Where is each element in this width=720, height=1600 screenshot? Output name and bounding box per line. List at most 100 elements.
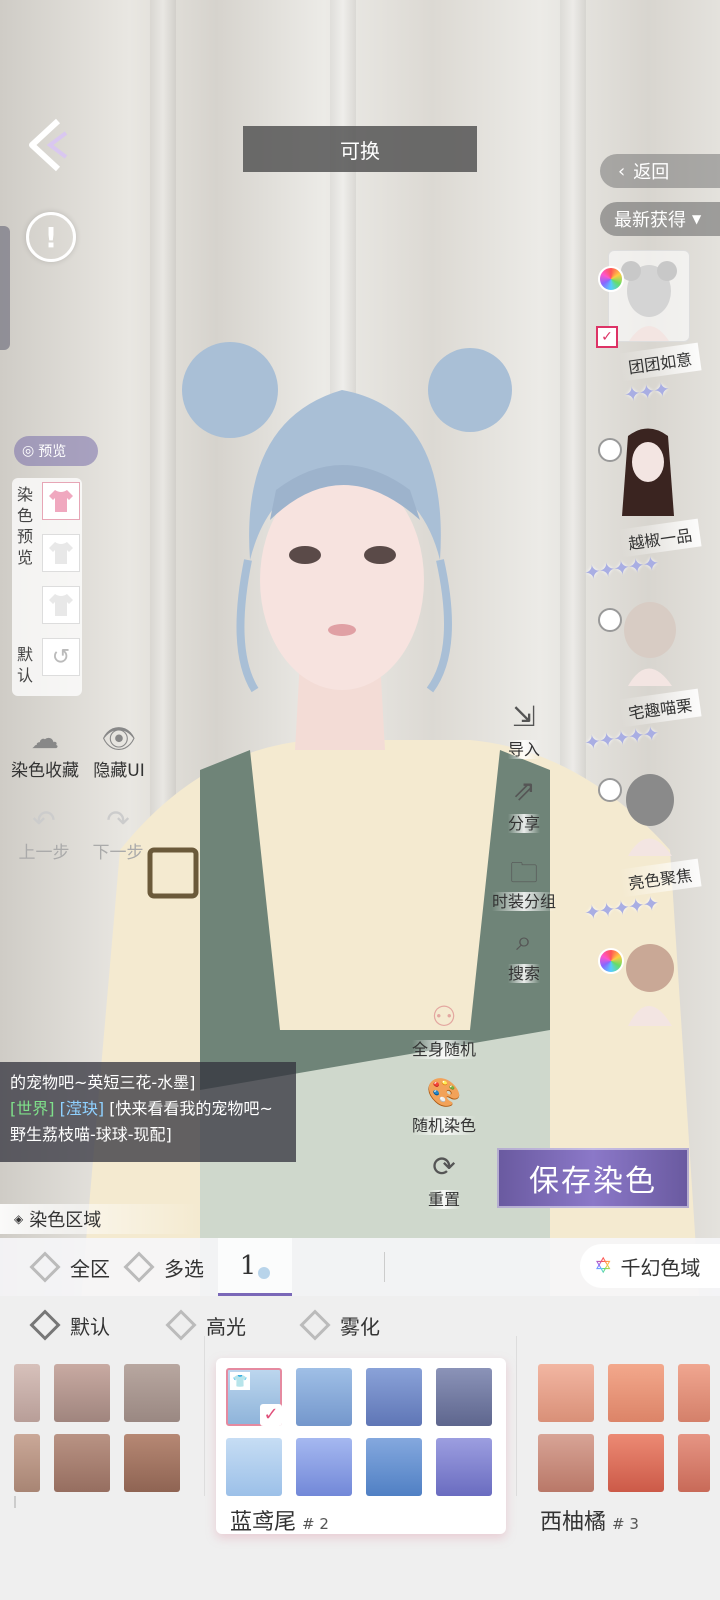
shirt-reset-icon[interactable]: ↺ [42, 638, 80, 676]
hair-name: 宅趣喵栗 [618, 688, 702, 728]
shirt-preview-2-icon[interactable] [42, 534, 80, 572]
search-button[interactable]: ⌕ 搜索 [484, 924, 564, 984]
hair-item[interactable]: 越椒一品 ✦✦✦✦✦ [583, 426, 720, 596]
color-swatch[interactable] [226, 1438, 282, 1496]
divider [384, 1252, 385, 1282]
color-swatch[interactable] [296, 1438, 352, 1496]
sort-dropdown[interactable]: 最新获得 ▼ [600, 202, 720, 236]
tab-all[interactable]: 全区 [29, 1238, 110, 1296]
hair-item[interactable] [584, 936, 720, 1046]
divider [14, 1496, 16, 1508]
color-swatch[interactable] [538, 1364, 594, 1422]
dye-collect-button[interactable]: ☁ 染色收藏 [8, 722, 82, 781]
redo-button[interactable]: ↷ 下一步 [86, 804, 150, 863]
color-group-label: 蓝鸢尾 # 2 [230, 1504, 329, 1536]
subtab-fog[interactable]: 雾化 [299, 1308, 380, 1342]
diamond-icon [299, 1309, 331, 1341]
color-swatch[interactable] [14, 1434, 40, 1492]
color-swatch[interactable] [678, 1434, 710, 1492]
tab-multi[interactable]: 多选 [123, 1238, 204, 1296]
region-number: 1 [239, 1250, 257, 1281]
color-group-index: # 3 [612, 1515, 639, 1533]
tab-multi-label: 多选 [164, 1256, 204, 1281]
color-swatch[interactable] [608, 1364, 664, 1422]
back-arrow-icon[interactable] [22, 115, 78, 175]
color-group-selected: 👕 ✓ 蓝鸢尾 # 2 [216, 1358, 506, 1536]
color-swatch[interactable] [538, 1434, 594, 1492]
save-dye-button[interactable]: 保存染色 [497, 1148, 689, 1208]
random-outfit-label: 全身随机 [411, 1040, 476, 1059]
color-swatch-selected[interactable]: 👕 ✓ [226, 1368, 282, 1426]
hair-name: 团团如意 [618, 342, 702, 382]
color-swatch[interactable] [296, 1368, 352, 1426]
return-button[interactable]: ‹ 返回 [600, 154, 720, 188]
color-swatch[interactable] [678, 1364, 710, 1422]
check-icon: ✓ [260, 1404, 282, 1426]
subtab-highlight[interactable]: 高光 [165, 1308, 246, 1342]
random-dye-label: 随机染色 [411, 1116, 476, 1135]
camera-icon [598, 778, 622, 802]
subtab-fog-label: 雾化 [340, 1314, 380, 1339]
color-swatch[interactable] [366, 1368, 422, 1426]
dye-wheel-icon [598, 948, 624, 974]
return-label: 返回 [633, 162, 670, 183]
preview-label: 预览 [38, 444, 67, 460]
shirt-preview-3-icon[interactable] [42, 586, 80, 624]
random-dye-button[interactable]: 🎨 随机染色 [404, 1076, 484, 1136]
color-swatch[interactable] [14, 1364, 40, 1422]
chat-line: [世界] [滢玦] [快来看看我的宠物吧~野生荔枝喵-球球-现配] [10, 1096, 286, 1148]
hide-ui-label: 隐藏UI [93, 761, 145, 781]
dye-region-title: 染色区域 [29, 1210, 102, 1231]
color-swatch[interactable] [436, 1368, 492, 1426]
hair-thumbnail [608, 250, 690, 342]
hide-ui-button[interactable]: 👁 隐藏UI [86, 722, 152, 781]
divider [516, 1336, 517, 1496]
color-swatch[interactable] [366, 1438, 422, 1496]
chat-user[interactable]: [滢玦] [60, 1099, 105, 1118]
share-button[interactable]: ⇗ 分享 [484, 774, 564, 834]
subtab-highlight-label: 高光 [206, 1314, 246, 1339]
outfit-group-button[interactable]: 🗀 时装分组 [484, 852, 564, 912]
diamond-icon [29, 1251, 61, 1283]
color-group-name: 蓝鸢尾 [230, 1510, 297, 1535]
reset-icon: ⟳ [432, 1150, 456, 1183]
hair-item[interactable]: 宅趣喵栗 ✦✦✦✦✦ [583, 596, 720, 766]
subtab-default[interactable]: 默认 [29, 1308, 110, 1342]
redo-label: 下一步 [92, 843, 144, 863]
color-swatch[interactable] [436, 1438, 492, 1496]
hair-name: 越椒一品 [618, 518, 702, 558]
reset-button[interactable]: ⟳ 重置 [404, 1150, 484, 1210]
import-icon: ⇲ [512, 700, 536, 733]
search-icon: ⌕ [516, 924, 532, 957]
import-button[interactable]: ⇲ 导入 [484, 700, 564, 760]
page-title: 可换 [243, 126, 477, 172]
eye-icon: 👁 [101, 722, 137, 755]
undo-button[interactable]: ↶ 上一步 [12, 804, 76, 863]
alert-icon[interactable]: ! [26, 212, 76, 262]
chat-box[interactable]: 的宠物吧~英短三花-水墨] [世界] [滢玦] [快来看看我的宠物吧~野生荔枝喵… [0, 1062, 296, 1162]
outfit-group-label: 时装分组 [491, 892, 556, 911]
person-shuffle-icon: ⚇ [431, 1000, 457, 1033]
dye-region-header: ◈ 染色区域 [0, 1204, 200, 1234]
color-group-label: 西柚橘 # 3 [540, 1504, 639, 1536]
color-swatch[interactable] [54, 1434, 110, 1492]
side-drawer-handle[interactable] [0, 226, 10, 350]
hair-item-selected[interactable]: ✓ 团团如意 ✦✦✦ [584, 250, 720, 420]
hair-name: 亮色聚焦 [618, 858, 702, 898]
color-star-icon: ✡ [594, 1253, 613, 1279]
subtab-default-label: 默认 [70, 1314, 110, 1339]
star-cloud-icon: ☁ [31, 722, 59, 755]
chat-line: 的宠物吧~英短三花-水墨] [10, 1073, 196, 1092]
import-label: 导入 [507, 740, 540, 759]
color-swatch[interactable] [124, 1364, 180, 1422]
color-swatch[interactable] [54, 1364, 110, 1422]
special-colors-button[interactable]: ✡ 千幻色域 [580, 1244, 720, 1288]
random-outfit-button[interactable]: ⚇ 全身随机 [404, 1000, 484, 1060]
tab-region-1[interactable]: 1 [218, 1238, 292, 1296]
color-group-name: 西柚橘 [540, 1510, 607, 1535]
shirt-preview-1-icon[interactable] [42, 482, 80, 520]
color-swatch[interactable] [124, 1434, 180, 1492]
color-swatch[interactable] [608, 1434, 664, 1492]
preview-toggle[interactable]: ◎ 预览 [14, 436, 98, 466]
hair-item[interactable]: 亮色聚焦 ✦✦✦✦✦ [583, 766, 720, 936]
